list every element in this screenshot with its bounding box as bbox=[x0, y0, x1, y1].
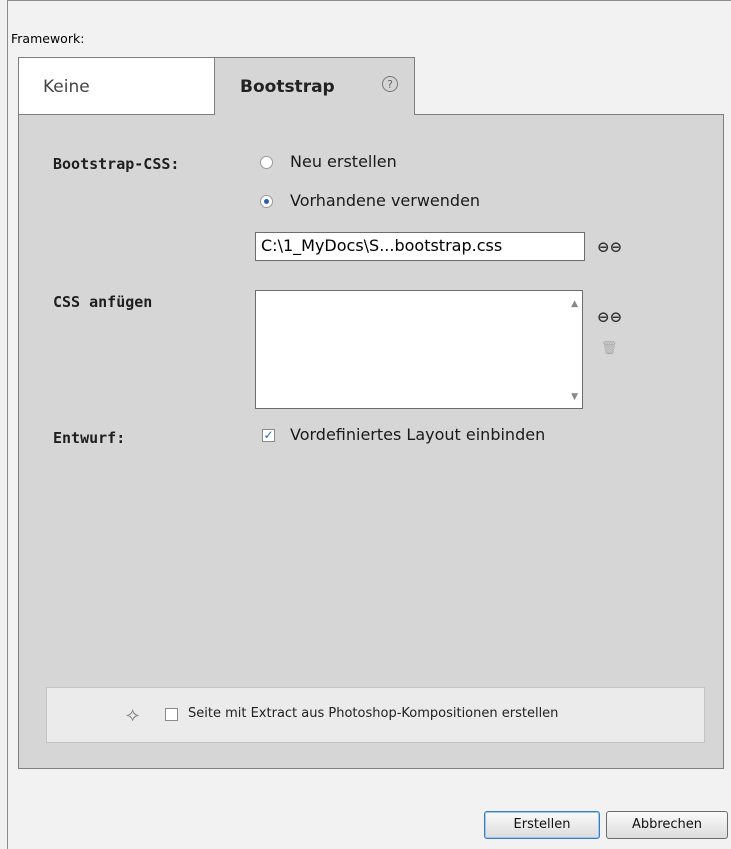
cancel-button[interactable]: Abbrechen bbox=[606, 811, 728, 839]
help-icon[interactable]: ? bbox=[382, 76, 398, 92]
design-label: Entwurf: bbox=[53, 429, 126, 447]
tab-bootstrap-label: Bootstrap bbox=[240, 77, 335, 97]
bootstrap-css-label: Bootstrap-CSS: bbox=[53, 155, 180, 173]
layout-checkbox[interactable]: ✓ bbox=[262, 429, 275, 442]
scroll-up-icon[interactable]: ▲ bbox=[571, 299, 578, 309]
css-attach-label: CSS anfügen bbox=[53, 293, 153, 311]
framework-label: Framework: bbox=[11, 31, 85, 46]
radio-vorhandene-verwenden[interactable] bbox=[260, 195, 273, 208]
extract-checkbox[interactable] bbox=[165, 708, 178, 721]
radio-vorhandene-verwenden-label: Vorhandene verwenden bbox=[290, 191, 481, 210]
radio-neu-erstellen-label: Neu erstellen bbox=[290, 152, 397, 171]
radio-neu-erstellen[interactable] bbox=[260, 156, 273, 169]
layout-checkbox-label: Vordefiniertes Layout einbinden bbox=[290, 425, 546, 444]
link-icon[interactable]: ⊖⊖ bbox=[597, 308, 622, 326]
tab-keine-label: Keine bbox=[43, 77, 90, 97]
layers-icon: ⟡ bbox=[126, 702, 140, 726]
scroll-down-icon[interactable]: ▼ bbox=[571, 392, 578, 402]
bootstrap-path-input[interactable]: C:\1_MyDocs\S...bootstrap.css bbox=[255, 232, 585, 261]
tab-bootstrap[interactable]: Bootstrap ? bbox=[214, 57, 415, 115]
link-icon[interactable]: ⊖⊖ bbox=[597, 238, 622, 256]
create-button[interactable]: Erstellen bbox=[484, 811, 600, 839]
dialog-frame: Framework: Keine Bootstrap ? Bootstrap-C… bbox=[7, 0, 731, 849]
css-attach-list[interactable]: ▲ ▼ bbox=[255, 290, 583, 409]
bootstrap-panel: Bootstrap-CSS: Neu erstellen Vorhandene … bbox=[18, 114, 724, 769]
tab-keine[interactable]: Keine bbox=[18, 57, 215, 114]
extract-checkbox-label: Seite mit Extract aus Photoshop-Komposit… bbox=[188, 706, 559, 721]
trash-icon[interactable]: 🗑 bbox=[601, 341, 618, 356]
extract-section: ⟡ Seite mit Extract aus Photoshop-Kompos… bbox=[46, 687, 705, 743]
